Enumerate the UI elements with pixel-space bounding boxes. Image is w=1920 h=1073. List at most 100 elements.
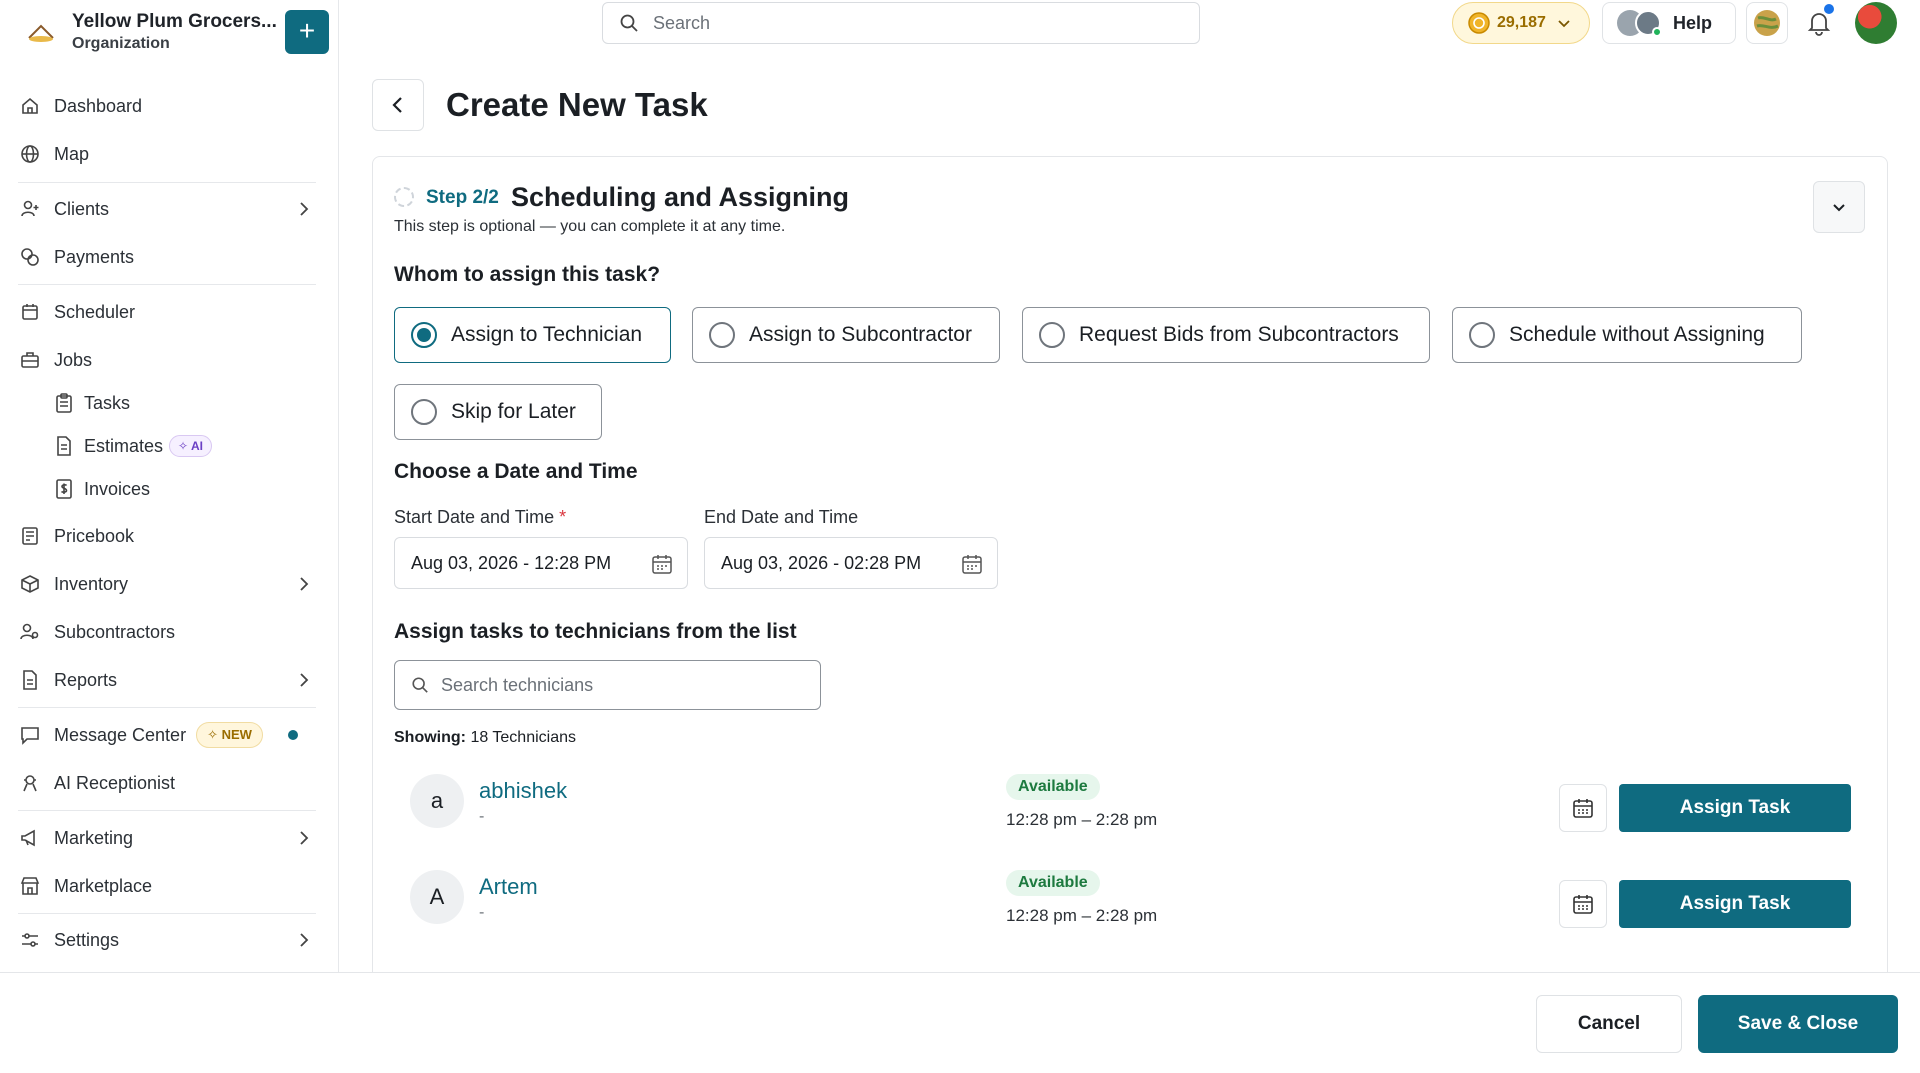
sidebar-item-clients[interactable]: Clients	[18, 191, 318, 227]
view-calendar-button[interactable]	[1559, 784, 1607, 832]
user-avatar[interactable]	[1855, 2, 1897, 44]
sidebar-item-inventory[interactable]: Inventory	[18, 566, 318, 602]
view-calendar-button[interactable]	[1559, 880, 1607, 928]
start-date-field[interactable]: Aug 03, 2026 - 12:28 PM	[394, 537, 688, 589]
report-icon	[18, 668, 42, 692]
globe-icon	[18, 142, 42, 166]
sidebar-item-reports[interactable]: Reports	[18, 662, 318, 698]
step-title: Scheduling and Assigning	[511, 182, 850, 212]
unread-dot	[288, 730, 298, 740]
step-subtitle: This step is optional — you can complete…	[394, 218, 786, 235]
option-request-bids[interactable]: Request Bids from Subcontractors	[1022, 307, 1430, 363]
sidebar-item-estimates[interactable]: Estimates ✧ AI	[52, 428, 312, 464]
assign-task-button[interactable]: Assign Task	[1619, 784, 1851, 832]
footer-bar: Cancel Save & Close	[0, 972, 1920, 1073]
coin-icon	[1468, 12, 1490, 34]
new-badge: ✧ NEW	[196, 722, 263, 748]
dollar-doc-icon	[52, 477, 76, 501]
sidebar-item-pricebook[interactable]: Pricebook	[18, 518, 318, 554]
clipboard-icon	[52, 391, 76, 415]
ai-badge-text: AI	[190, 439, 203, 453]
global-search-input[interactable]	[653, 12, 1153, 34]
status-badge: Available	[1006, 870, 1100, 896]
option-skip-for-later[interactable]: Skip for Later	[394, 384, 602, 440]
sidebar-item-label: Payments	[54, 246, 135, 267]
sidebar-item-label: Map	[54, 143, 90, 164]
end-date-field[interactable]: Aug 03, 2026 - 02:28 PM	[704, 537, 998, 589]
sidebar-item-label: AI Receptionist	[54, 772, 176, 793]
option-label: Schedule without Assigning	[1509, 323, 1765, 346]
help-avatar	[1635, 10, 1662, 37]
world-icon	[1754, 10, 1780, 36]
help-button[interactable]: Help	[1602, 2, 1736, 44]
sidebar-item-message-center[interactable]: Message Center ✧ NEW	[18, 717, 318, 753]
collapse-button[interactable]	[1813, 181, 1865, 233]
sidebar-item-marketplace[interactable]: Marketplace	[18, 868, 318, 904]
sidebar-item-jobs[interactable]: Jobs	[18, 342, 318, 378]
org-name: Yellow Plum Grocers...	[72, 11, 277, 32]
chevron-right-icon	[300, 673, 309, 687]
option-assign-technician[interactable]: Assign to Technician	[394, 307, 671, 363]
megaphone-icon	[18, 826, 42, 850]
assign-task-button[interactable]: Assign Task	[1619, 880, 1851, 928]
chat-icon	[18, 723, 42, 747]
sidebar-item-label: Settings	[54, 929, 120, 950]
calendar-icon	[1573, 895, 1593, 914]
sidebar-item-label: Inventory	[54, 573, 129, 594]
end-date-value: Aug 03, 2026 - 02:28 PM	[721, 552, 922, 573]
sidebar-item-payments[interactable]: Payments	[18, 239, 318, 275]
calendar-icon	[652, 555, 672, 574]
sidebar-item-tasks[interactable]: Tasks	[52, 385, 312, 421]
back-button[interactable]	[372, 79, 424, 131]
start-date-value: Aug 03, 2026 - 12:28 PM	[411, 552, 612, 573]
globe-avatar-button[interactable]	[1746, 2, 1788, 44]
sidebar-item-subcontractors[interactable]: Subcontractors	[18, 614, 318, 650]
divider	[18, 913, 316, 914]
technician-name[interactable]: Artem	[479, 874, 538, 900]
sidebar-item-invoices[interactable]: Invoices	[52, 471, 312, 507]
sidebar-item-label: Jobs	[54, 349, 93, 370]
option-assign-subcontractor[interactable]: Assign to Subcontractor	[692, 307, 1000, 363]
assign-heading: Whom to assign this task?	[394, 263, 661, 286]
save-close-button[interactable]: Save & Close	[1698, 995, 1898, 1053]
technician-avatar: a	[410, 774, 464, 828]
chevron-right-icon	[300, 831, 309, 845]
sidebar-item-dashboard[interactable]: Dashboard	[18, 88, 318, 124]
sidebar-item-marketing[interactable]: Marketing	[18, 820, 318, 856]
technician-row: A Artem - Available 12:28 pm – 2:28 pm A…	[394, 870, 1864, 960]
technician-search[interactable]	[394, 660, 821, 710]
calendar-icon	[18, 300, 42, 324]
users-icon	[18, 620, 42, 644]
notifications-button[interactable]	[1798, 2, 1840, 44]
calendar-icon	[1573, 799, 1593, 818]
sidebar-item-ai-receptionist[interactable]: AI Receptionist	[18, 765, 318, 801]
technician-subtitle: -	[479, 904, 485, 921]
sidebar-item-label: Dashboard	[54, 95, 143, 116]
briefcase-icon	[18, 348, 42, 372]
sidebar-item-scheduler[interactable]: Scheduler	[18, 294, 318, 330]
sidebar-item-label: Estimates	[84, 435, 164, 456]
help-label: Help	[1673, 12, 1713, 33]
radio-icon	[709, 322, 735, 348]
global-search[interactable]	[602, 2, 1200, 44]
technician-avatar: A	[410, 870, 464, 924]
step-label: Step 2/2	[426, 187, 499, 208]
org-switcher[interactable]: Yellow Plum Grocers... Organization +	[22, 8, 332, 58]
availability-time: 12:28 pm – 2:28 pm	[1006, 906, 1158, 925]
add-button[interactable]: +	[285, 10, 329, 54]
option-label: Skip for Later	[451, 400, 576, 423]
points-badge[interactable]: 29,187	[1452, 2, 1590, 44]
start-date-label-text: Start Date and Time	[394, 507, 555, 527]
option-schedule-without-assigning[interactable]: Schedule without Assigning	[1452, 307, 1802, 363]
sidebar-item-settings[interactable]: Settings	[18, 922, 318, 958]
technician-search-input[interactable]	[441, 674, 801, 696]
new-badge-text: NEW	[221, 727, 252, 742]
sidebar-item-map[interactable]: Map	[18, 136, 318, 172]
cancel-button[interactable]: Cancel	[1536, 995, 1682, 1053]
technician-name[interactable]: abhishek	[479, 778, 567, 804]
sidebar-item-label: Pricebook	[54, 525, 135, 546]
chevron-down-icon	[1558, 20, 1570, 28]
technicians-heading: Assign tasks to technicians from the lis…	[394, 620, 797, 643]
sidebar-item-label: Marketplace	[54, 875, 153, 896]
showing-value: 18 Technicians	[470, 729, 576, 746]
